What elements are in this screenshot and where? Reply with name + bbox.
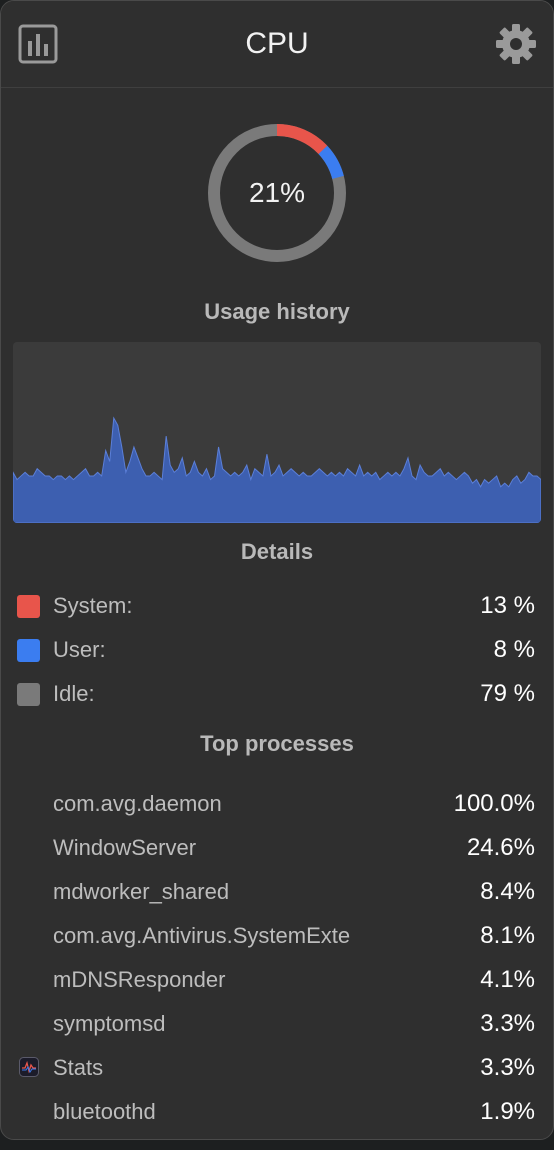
process-row[interactable]: bluetoothd 1.9% [1, 1095, 553, 1129]
process-name: mDNSResponder [53, 967, 226, 992]
usage-percentage: 21% [248, 177, 306, 208]
panel-title: CPU [245, 27, 309, 60]
user-color-swatch [17, 639, 40, 662]
process-usage: 8.1% [480, 922, 535, 949]
detail-value: 13 % [480, 592, 535, 619]
detail-row-user: User: 8 % [1, 633, 553, 667]
usage-history-title: Usage history [204, 299, 350, 324]
details-title: Details [240, 539, 314, 564]
stats-app-icon [19, 1057, 39, 1077]
process-usage: 4.1% [480, 966, 535, 993]
process-usage: 3.3% [480, 1054, 535, 1081]
header: CPU [1, 1, 553, 88]
process-row[interactable]: mdworker_shared 8.4% [1, 875, 553, 909]
process-name: com.avg.Antivirus.SystemExte [53, 923, 351, 948]
process-row[interactable]: com.avg.daemon 100.0% [1, 787, 553, 821]
detail-row-system: System: 13 % [1, 589, 553, 623]
process-usage: 1.9% [480, 1098, 535, 1125]
process-name: Stats [53, 1055, 104, 1080]
bar-chart-icon[interactable] [17, 23, 59, 65]
process-name: symptomsd [53, 1011, 166, 1036]
detail-value: 79 % [480, 680, 535, 707]
process-row[interactable]: WindowServer 24.6% [1, 831, 553, 865]
process-row[interactable]: mDNSResponder 4.1% [1, 963, 553, 997]
process-name: WindowServer [53, 835, 197, 860]
process-row[interactable]: com.avg.Antivirus.SystemExte 8.1% [1, 919, 553, 953]
detail-label: System: [53, 593, 133, 618]
detail-row-idle: Idle: 79 % [1, 677, 553, 711]
system-color-swatch [17, 595, 40, 618]
detail-label: User: [53, 637, 106, 662]
process-usage: 24.6% [466, 834, 535, 861]
idle-color-swatch [17, 683, 40, 706]
gear-icon[interactable] [495, 23, 537, 65]
usage-history-area [13, 416, 541, 523]
process-name: bluetoothd [53, 1099, 156, 1124]
top-processes-title: Top processes [200, 731, 354, 756]
usage-history-chart [13, 342, 541, 523]
cpu-popup-panel: CPU 21% Usage history Details System: 13… [0, 0, 554, 1140]
process-row[interactable]: Stats 3.3% [1, 1051, 553, 1085]
process-name: mdworker_shared [53, 879, 230, 904]
detail-value: 8 % [493, 636, 535, 663]
process-name: com.avg.daemon [53, 791, 222, 816]
process-usage: 100.0% [453, 790, 535, 817]
process-usage: 3.3% [480, 1010, 535, 1037]
detail-label: Idle: [53, 681, 95, 706]
process-row[interactable]: symptomsd 3.3% [1, 1007, 553, 1041]
process-usage: 8.4% [480, 878, 535, 905]
